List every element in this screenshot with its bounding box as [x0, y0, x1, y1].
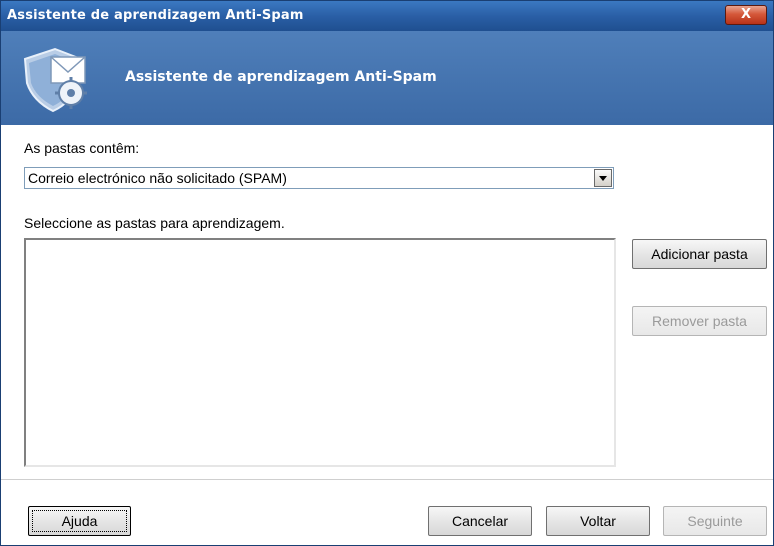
shield-envelope-gear-icon	[23, 47, 87, 113]
back-button[interactable]: Voltar	[546, 506, 650, 536]
footer-divider	[1, 479, 773, 480]
help-button[interactable]: Ajuda	[28, 506, 131, 536]
add-folder-button[interactable]: Adicionar pasta	[632, 239, 767, 269]
wizard-header-title: Assistente de aprendizagem Anti-Spam	[125, 69, 437, 85]
wizard-header: Assistente de aprendizagem Anti-Spam	[1, 31, 773, 125]
chevron-down-icon[interactable]	[594, 169, 612, 187]
window-title: Assistente de aprendizagem Anti-Spam	[7, 8, 304, 23]
cancel-button[interactable]: Cancelar	[428, 506, 532, 536]
anti-spam-wizard-window: Assistente de aprendizagem Anti-Spam X A…	[0, 0, 774, 546]
title-bar[interactable]: Assistente de aprendizagem Anti-Spam X	[1, 1, 773, 31]
next-button[interactable]: Seguinte	[663, 506, 767, 536]
folder-content-type-select[interactable]: Correio electrónico não solicitado (SPAM…	[24, 167, 614, 189]
folder-content-type-value: Correio electrónico não solicitado (SPAM…	[28, 170, 287, 186]
folders-list[interactable]	[24, 238, 616, 467]
folders-contain-label: As pastas contêm:	[24, 140, 140, 156]
close-button[interactable]: X	[725, 5, 767, 25]
remove-folder-button[interactable]: Remover pasta	[632, 306, 767, 336]
select-folders-label: Seleccione as pastas para aprendizagem.	[24, 215, 285, 231]
